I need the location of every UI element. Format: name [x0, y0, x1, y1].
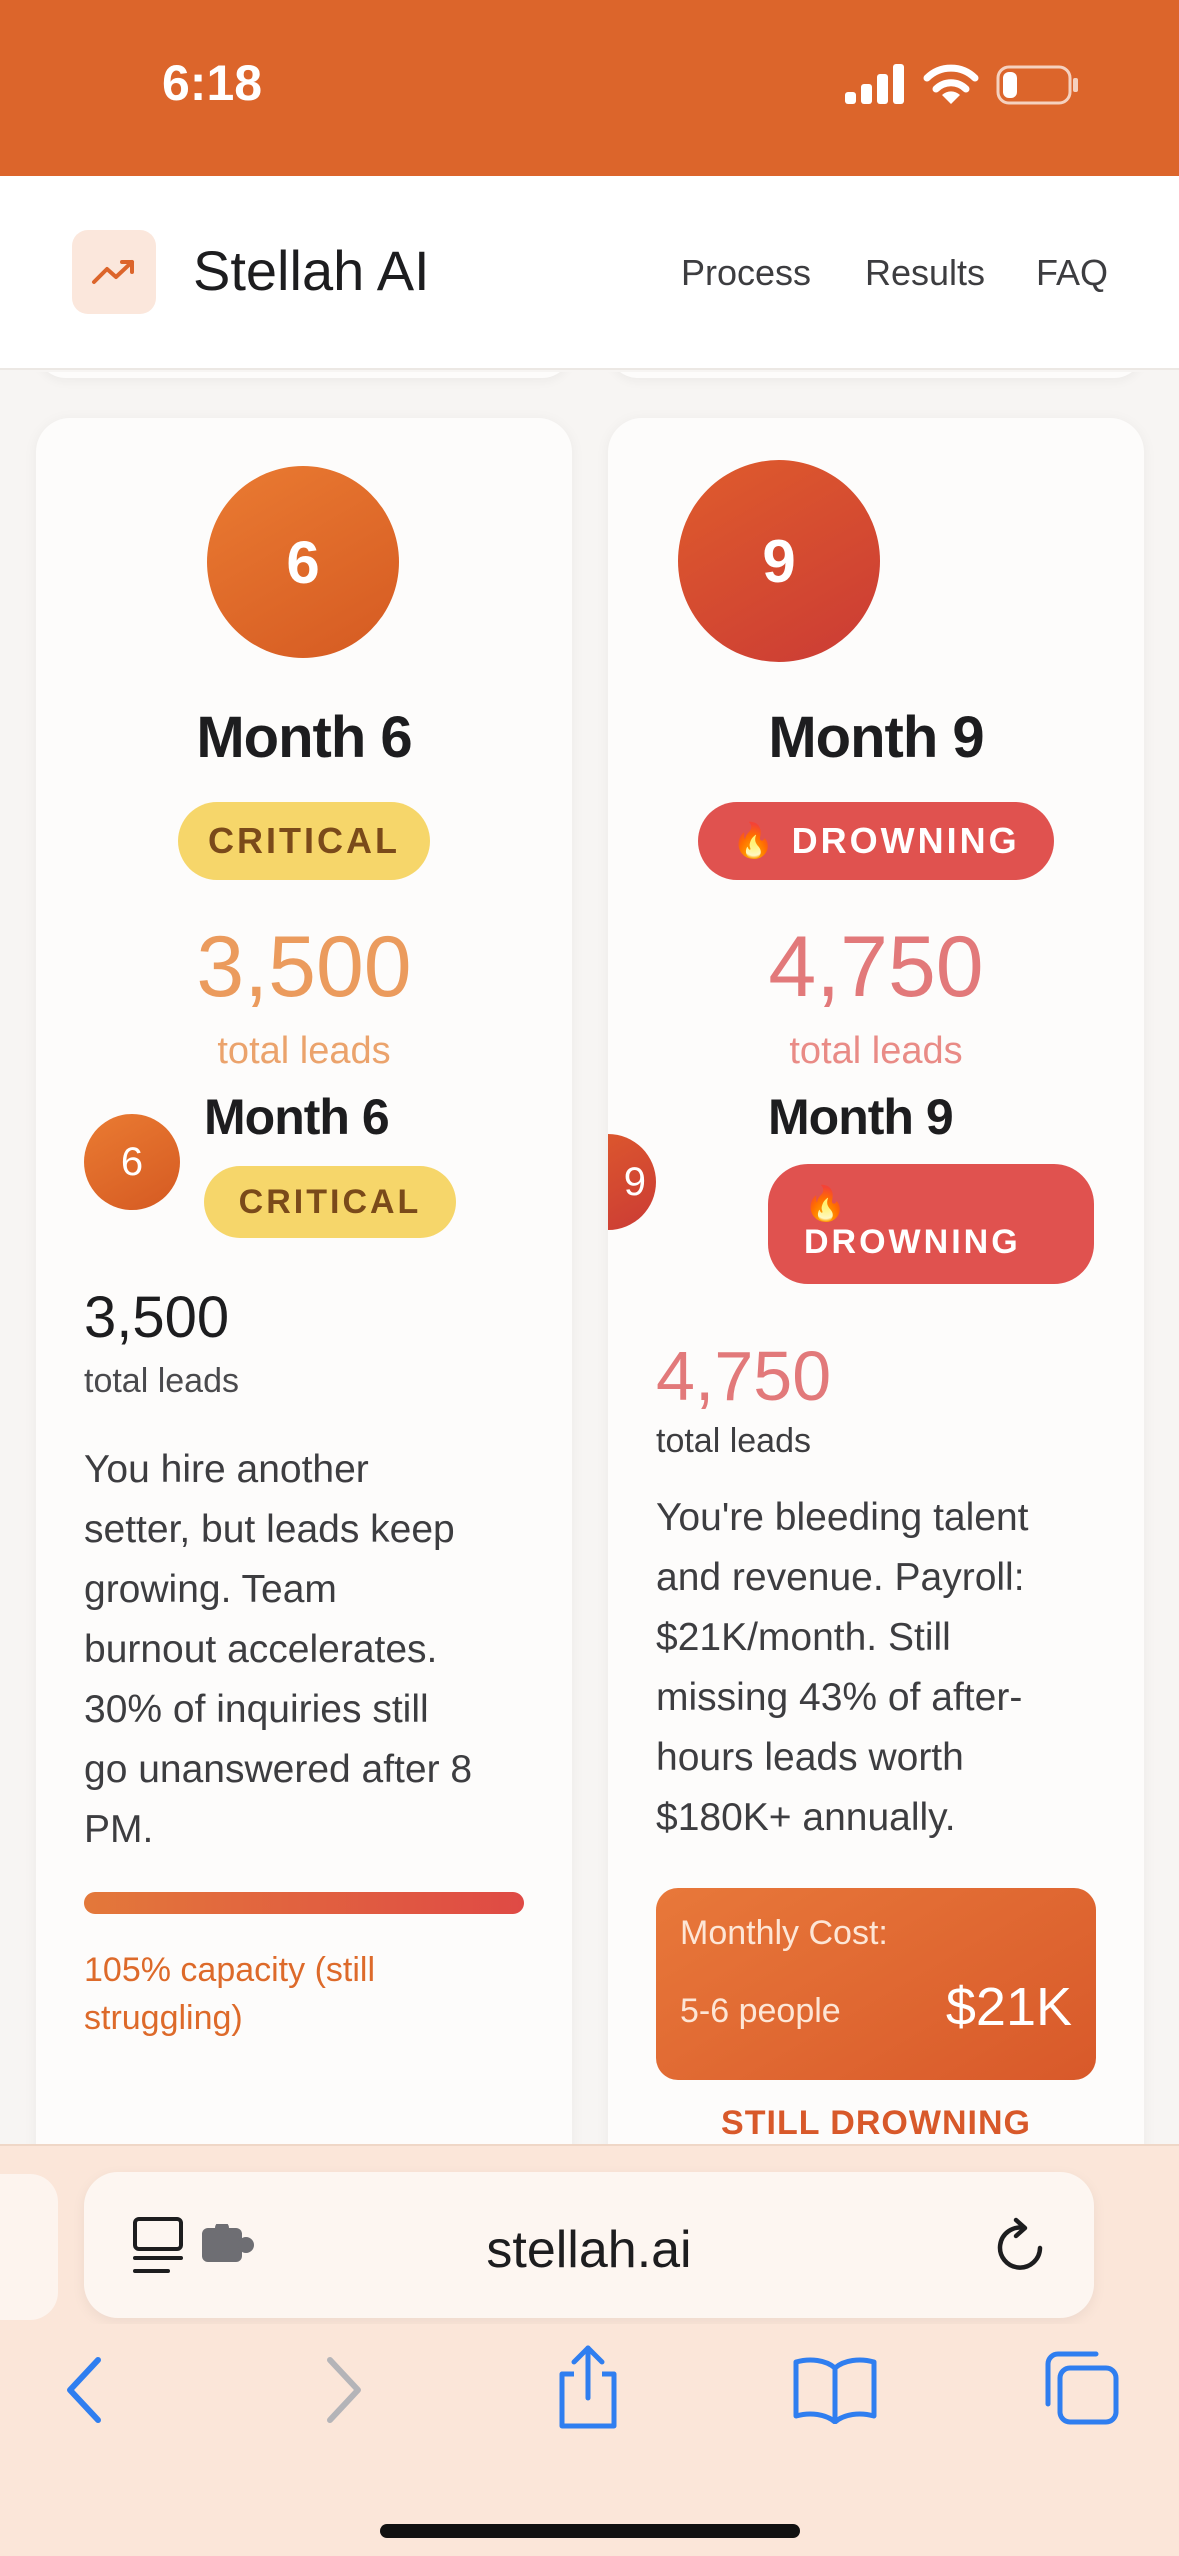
battery-icon — [996, 65, 1078, 105]
status-badge-critical-small: CRITICAL — [204, 1166, 456, 1238]
total-leads-value: 3,500 — [196, 919, 412, 1015]
description-line: You hire another — [84, 1448, 369, 1491]
cellular-signal-icon — [845, 64, 904, 104]
total-leads-label-small: total leads — [84, 1362, 239, 1400]
browser-toolbar — [0, 2324, 1179, 2556]
monthly-cost-value: $21K — [945, 1977, 1072, 2037]
reload-icon[interactable] — [994, 2216, 1050, 2276]
team-size-label: 5-6 people — [680, 1992, 841, 2030]
month-number-circle-small: 9 — [608, 1134, 656, 1230]
description-line: hours leads worth — [656, 1736, 964, 1779]
month-description: You're bleeding talent and revenue. Payr… — [656, 1488, 1126, 1848]
month-title-small: Month 9 — [768, 1089, 954, 1145]
description-line: growing. Team — [84, 1568, 337, 1611]
capacity-label: 105% capacity (still struggling) — [84, 1946, 544, 2042]
description-line: PM. — [84, 1808, 154, 1851]
month-title: Month 6 — [196, 705, 412, 770]
total-leads-label: total leads — [789, 1030, 963, 1072]
address-bar[interactable]: stellah.ai — [84, 2172, 1094, 2318]
capacity-line: 105% capacity (still — [84, 1951, 376, 1989]
description-line: missing 43% of after- — [656, 1676, 1023, 1719]
trending-up-icon — [92, 260, 134, 284]
month-number-circle: 6 — [207, 466, 399, 658]
wifi-icon — [923, 64, 979, 104]
status-time: 6:18 — [162, 55, 263, 111]
url-text[interactable]: stellah.ai — [84, 2220, 1094, 2280]
home-indicator[interactable] — [380, 2524, 800, 2538]
total-leads-value-small: 3,500 — [84, 1285, 230, 1350]
capacity-line: struggling) — [84, 1999, 243, 2037]
badge-label: DROWNING — [804, 1223, 1021, 1261]
status-bar: 6:18 — [0, 0, 1179, 176]
nav-link-process[interactable]: Process — [681, 252, 811, 294]
month-title: Month 9 — [768, 705, 984, 770]
description-line: go unanswered after 8 — [84, 1748, 473, 1791]
month-number-circle-small: 6 — [84, 1114, 180, 1210]
capacity-progress-bar — [84, 1892, 524, 1914]
month-description: You hire another setter, but leads keep … — [84, 1440, 544, 1860]
total-leads-value: 4,750 — [768, 919, 984, 1015]
description-line: and revenue. Payroll: — [656, 1556, 1025, 1599]
status-badge-drowning: 🔥 DROWNING — [698, 802, 1054, 880]
back-icon[interactable] — [60, 2350, 112, 2430]
description-line: $180K+ annually. — [656, 1796, 956, 1839]
brand-name[interactable]: Stellah AI — [193, 238, 430, 303]
monthly-cost-label: Monthly Cost: — [680, 1914, 888, 1952]
previous-card-edge — [608, 372, 1144, 378]
fire-icon: 🔥 — [804, 1185, 850, 1223]
previous-tab-preview[interactable] — [0, 2174, 58, 2320]
status-badge-drowning-small: 🔥 DROWNING — [768, 1164, 1094, 1284]
description-line: setter, but leads keep — [84, 1508, 455, 1551]
description-line: $21K/month. Still — [656, 1616, 951, 1659]
description-line: You're bleeding talent — [656, 1496, 1029, 1539]
logo[interactable] — [72, 230, 156, 314]
share-icon[interactable] — [552, 2342, 624, 2432]
bookmarks-icon[interactable] — [792, 2354, 878, 2424]
site-header: Stellah AI Process Results FAQ — [0, 176, 1179, 370]
nav-link-results[interactable]: Results — [865, 252, 985, 294]
badge-label: DROWNING — [791, 820, 1020, 861]
monthly-cost-box: Monthly Cost: 5-6 people $21K — [656, 1888, 1096, 2080]
tabs-icon[interactable] — [1040, 2348, 1122, 2428]
total-leads-value-small: 4,750 — [656, 1337, 832, 1415]
status-badge-critical: CRITICAL — [178, 802, 430, 880]
timeline-card-month-9: 9 Month 9 🔥 DROWNING 4,750 total leads 9… — [608, 418, 1144, 2144]
nav-link-faq[interactable]: FAQ — [1036, 252, 1108, 294]
fire-icon: 🔥 — [732, 822, 778, 860]
timeline-section: 6 Month 6 CRITICAL 3,500 total leads 6 M… — [0, 372, 1179, 2144]
still-drowning-label: STILL DROWNING — [721, 2104, 1031, 2142]
browser-address-area: stellah.ai — [0, 2144, 1179, 2324]
description-line: 30% of inquiries still — [84, 1688, 429, 1731]
description-line: burnout accelerates. — [84, 1628, 438, 1671]
month-number-circle: 9 — [678, 460, 880, 662]
previous-card-edge — [36, 372, 572, 378]
total-leads-label: total leads — [217, 1030, 391, 1072]
month-title-small: Month 6 — [204, 1089, 390, 1145]
total-leads-label-small: total leads — [656, 1422, 811, 1460]
timeline-card-month-6: 6 Month 6 CRITICAL 3,500 total leads 6 M… — [36, 418, 572, 2144]
forward-icon[interactable] — [316, 2350, 368, 2430]
